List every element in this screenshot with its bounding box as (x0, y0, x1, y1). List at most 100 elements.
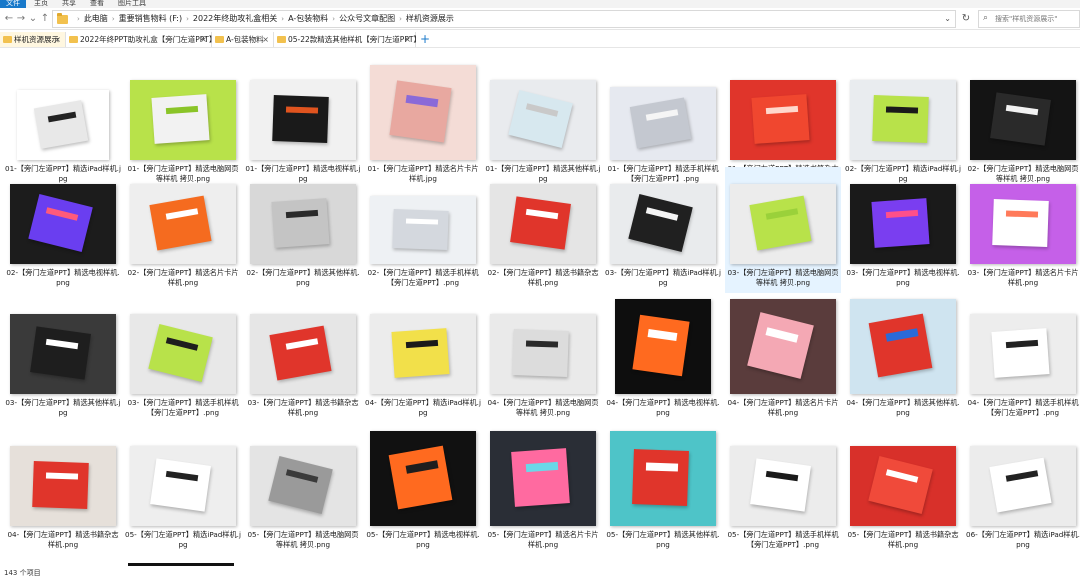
mockup-shape (871, 198, 930, 249)
chevron-right-icon[interactable]: › (112, 15, 115, 23)
file-name: 03-【旁门左道PPT】精选电视样机.png (846, 268, 960, 287)
ribbon-tab-home[interactable]: 主页 (34, 0, 48, 8)
file-item[interactable]: 02-【旁门左道PPT】精选手机样机【旁门左道PPT】.png (365, 167, 481, 293)
mockup-shape (149, 195, 213, 251)
file-item[interactable]: 04-【旁门左道PPT】精选iPad样机.jpg (365, 297, 481, 423)
mockup-shape (868, 456, 934, 515)
file-name: 05-【旁门左道PPT】精选电脑网页等样机 拷贝.png (247, 530, 359, 549)
search-input[interactable] (995, 12, 1079, 26)
file-thumbnail (125, 299, 241, 394)
refresh-icon[interactable]: ↻ (960, 13, 972, 25)
file-name: 03-【旁门左道PPT】精选名片卡片样机.png (967, 268, 1079, 287)
file-name: 04-【旁门左道PPT】精选iPad样机.jpg (365, 398, 481, 417)
chevron-right-icon[interactable]: › (77, 15, 80, 23)
file-thumbnail (605, 65, 721, 160)
close-icon[interactable]: × (200, 32, 207, 47)
ribbon-tab-picture-tools[interactable]: 图片工具 (118, 0, 146, 8)
new-tab-button[interactable]: + (420, 32, 430, 47)
file-item[interactable]: 03-【旁门左道PPT】精选iPad样机.jpg (605, 167, 721, 293)
file-name: 03-【旁门左道PPT】精选书籍杂志样机.png (247, 398, 359, 417)
mockup-accent (885, 106, 918, 115)
file-item[interactable]: 05-【旁门左道PPT】精选手机样机【旁门左道PPT】.png (725, 429, 841, 555)
file-item[interactable]: 02-【旁门左道PPT】精选名片卡片样机.png (125, 167, 241, 293)
thumbnail-image (370, 65, 476, 160)
file-item[interactable]: 02-【旁门左道PPT】精选电视样机.png (5, 167, 121, 293)
breadcrumb-item[interactable]: 重要销售物料 (F:) (119, 14, 182, 23)
tab-other-mockups[interactable]: 05-22款精选其他样机【旁门左道PPT】 × (274, 32, 421, 47)
mockup-shape (868, 313, 933, 378)
close-icon[interactable]: × (262, 32, 269, 47)
file-item[interactable]: 02-【旁门左道PPT】精选书籍杂志样机.png (485, 167, 601, 293)
mockup-shape (872, 95, 930, 144)
breadcrumb: › 此电脑 › 重要销售物料 (F:) › 2022年终助攻礼盒相关 › A-包装物料 › 公众号… (73, 11, 454, 27)
file-item[interactable]: 03-【旁门左道PPT】精选电视样机.png (845, 167, 961, 293)
thumbnail-image (10, 314, 116, 394)
thumbnail-image (17, 90, 109, 160)
breadcrumb-item-current[interactable]: 样机资源展示 (406, 14, 454, 23)
mockup-shape (510, 196, 572, 250)
file-name: 05-【旁门左道PPT】精选名片卡片样机.png (487, 530, 599, 549)
breadcrumb-item[interactable]: 2022年终助攻礼盒相关 (193, 14, 277, 23)
chevron-right-icon[interactable]: › (332, 15, 335, 23)
ribbon-tab-view[interactable]: 查看 (90, 0, 104, 8)
file-item[interactable]: 03-【旁门左道PPT】精选书籍杂志样机.png (245, 297, 361, 423)
file-thumbnail (725, 65, 841, 160)
file-thumbnail (245, 169, 361, 264)
file-name: 03-【旁门左道PPT】精选电脑网页等样机 拷贝.png (727, 268, 839, 287)
file-item[interactable]: 03-【旁门左道PPT】精选电脑网页等样机 拷贝.png (725, 167, 841, 293)
file-item[interactable]: 04-【旁门左道PPT】精选书籍杂志样机.png (5, 429, 121, 555)
up-arrow-icon[interactable]: ↑ (38, 11, 52, 27)
mockup-shape (749, 195, 813, 251)
file-item[interactable]: 04-【旁门左道PPT】精选手机样机【旁门左道PPT】.png (965, 297, 1080, 423)
tab-sample-display[interactable]: 样机资源展示 × (0, 32, 66, 47)
ribbon-tab-share[interactable]: 共享 (62, 0, 76, 8)
tab-packaging[interactable]: A-包装物料 × (212, 32, 274, 47)
address-dropdown-icon[interactable]: ⌄ (944, 11, 951, 27)
thumbnail-image (730, 446, 836, 526)
file-item[interactable]: 04-【旁门左道PPT】精选电脑网页等样机 拷贝.png (485, 297, 601, 423)
file-item[interactable]: 06-【旁门左道PPT】精选iPad样机.png (965, 429, 1080, 555)
chevron-right-icon[interactable]: › (186, 15, 189, 23)
file-thumbnail (245, 299, 361, 394)
thumbnail-image (250, 80, 356, 160)
breadcrumb-item[interactable]: 公众号文章配图 (339, 14, 395, 23)
breadcrumb-item[interactable]: A-包装物料 (288, 14, 328, 23)
mockup-shape (391, 328, 450, 379)
file-item[interactable]: 04-【旁门左道PPT】精选其他样机.png (845, 297, 961, 423)
tab-gift-box[interactable]: 2022年终PPT助攻礼盒【旁门左道PPT】 × (66, 32, 216, 47)
search-icon: ⌕ (983, 13, 989, 23)
mockup-shape (392, 208, 450, 250)
folder-tab-bar: 样机资源展示 × 2022年终PPT助攻礼盒【旁门左道PPT】 × A-包装物料… (0, 31, 1080, 48)
file-item[interactable]: 05-【旁门左道PPT】精选iPad样机.jpg (125, 429, 241, 555)
file-item[interactable]: 02-【旁门左道PPT】精选其他样机.png (245, 167, 361, 293)
file-item[interactable]: 04-【旁门左道PPT】精选电视样机.png (605, 297, 721, 423)
address-field[interactable]: › 此电脑 › 重要销售物料 (F:) › 2022年终助攻礼盒相关 › A-包装物料 › 公众号… (52, 10, 956, 28)
close-icon[interactable]: × (404, 32, 411, 47)
file-item[interactable]: 05-【旁门左道PPT】精选名片卡片样机.png (485, 429, 601, 555)
thumbnail-image (730, 184, 836, 264)
file-item[interactable]: 05-【旁门左道PPT】精选其他样机.png (605, 429, 721, 555)
breadcrumb-item[interactable]: 此电脑 (84, 14, 108, 23)
chevron-right-icon[interactable]: › (399, 15, 402, 23)
file-name: 02-【旁门左道PPT】精选电视样机.png (6, 268, 120, 287)
mockup-shape (747, 312, 815, 379)
chevron-right-icon[interactable]: › (281, 15, 284, 23)
close-icon[interactable]: × (54, 32, 61, 47)
file-thumbnail (245, 431, 361, 526)
file-thumbnail (965, 431, 1080, 526)
file-item[interactable]: 04-【旁门左道PPT】精选名片卡片样机.png (725, 297, 841, 423)
file-item[interactable]: 03-【旁门左道PPT】精选手机样机【旁门左道PPT】.png (125, 297, 241, 423)
file-name: 04-【旁门左道PPT】精选名片卡片样机.png (727, 398, 839, 417)
file-name: 02-【旁门左道PPT】精选名片卡片样机.png (127, 268, 239, 287)
file-item[interactable]: 05-【旁门左道PPT】精选电脑网页等样机 拷贝.png (245, 429, 361, 555)
file-item[interactable]: 05-【旁门左道PPT】精选书籍杂志样机.png (845, 429, 961, 555)
file-item[interactable]: 03-【旁门左道PPT】精选其他样机.jpg (5, 297, 121, 423)
tab-label: 样机资源展示 (14, 35, 59, 44)
file-thumbnail (5, 169, 121, 264)
file-thumbnail (485, 65, 601, 160)
ribbon-tab-file[interactable]: 文件 (0, 0, 26, 8)
search-field[interactable]: ⌕ (978, 10, 1080, 28)
file-item[interactable]: 03-【旁门左道PPT】精选名片卡片样机.png (965, 167, 1080, 293)
thumbnail-image (970, 184, 1076, 264)
file-item[interactable]: 05-【旁门左道PPT】精选电视样机.png (365, 429, 481, 555)
